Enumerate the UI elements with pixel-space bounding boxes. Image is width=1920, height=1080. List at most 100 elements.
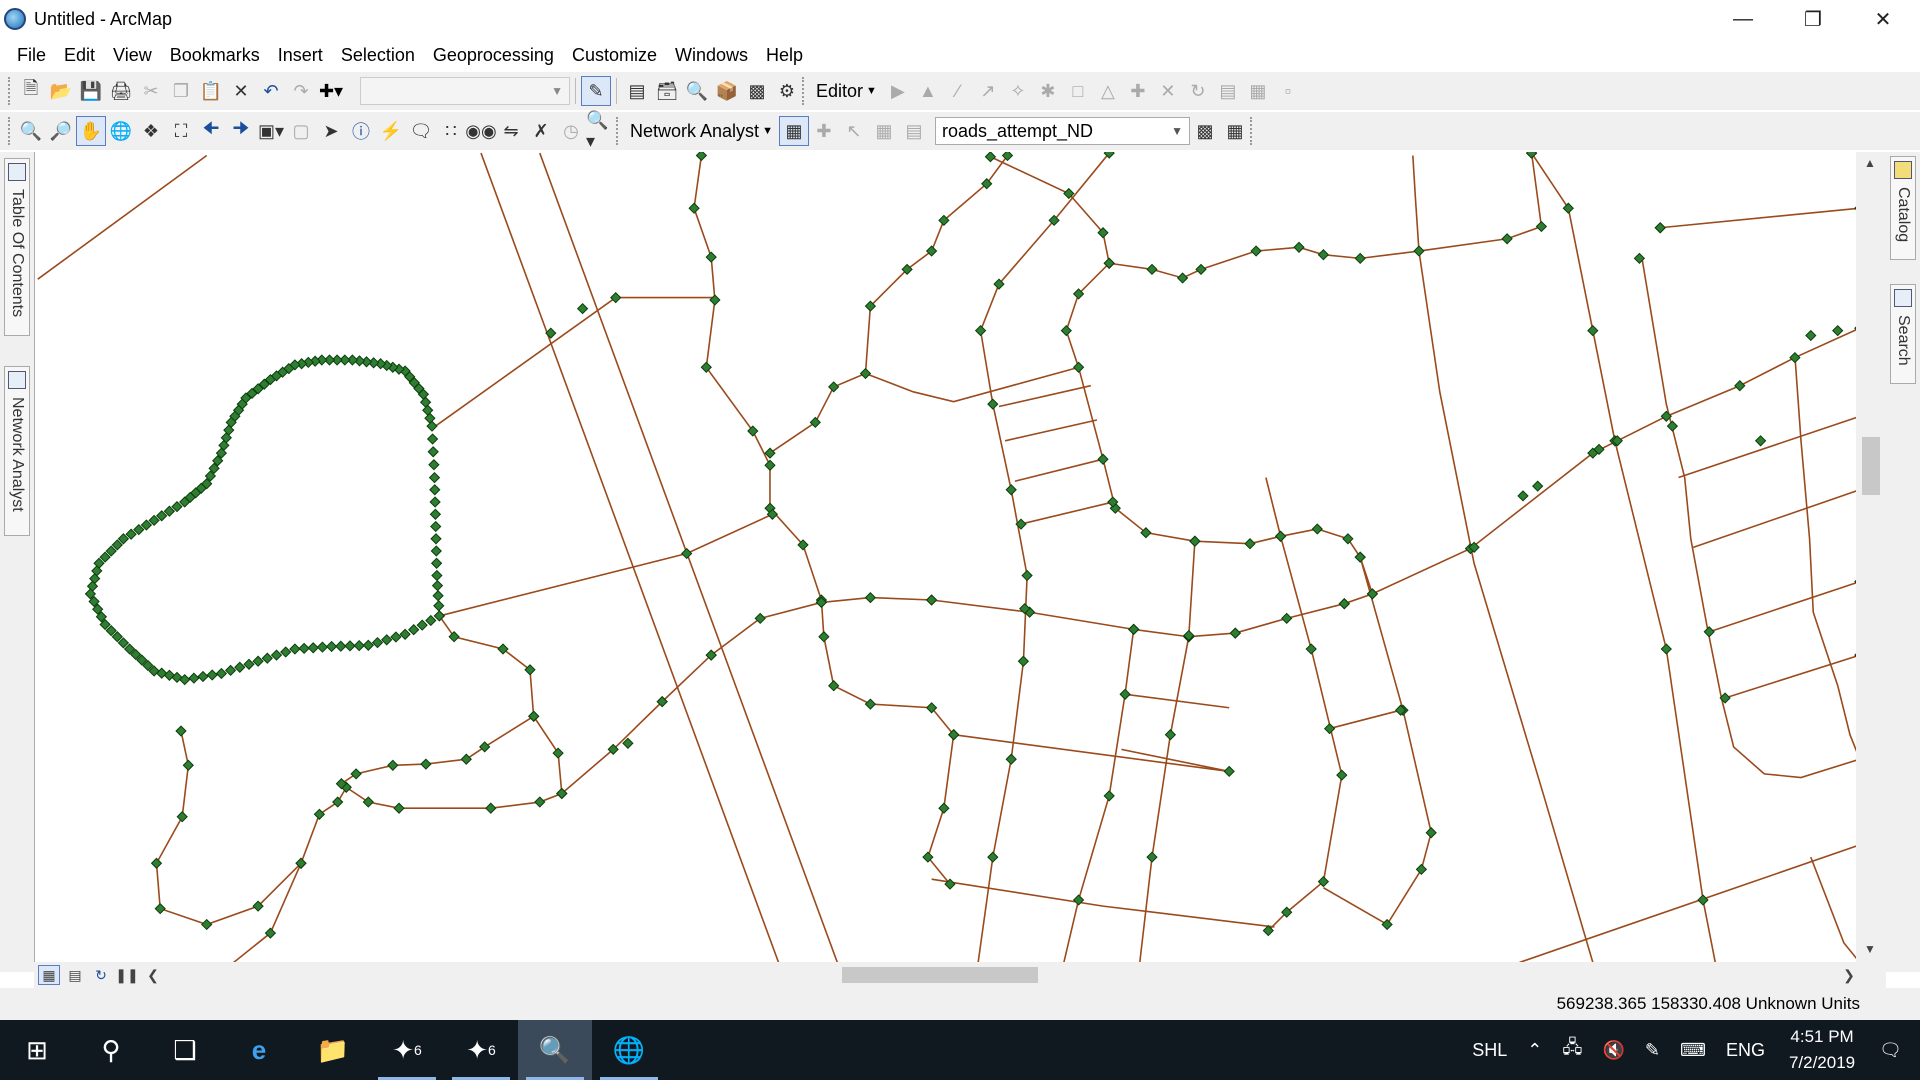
network-junction[interactable] [1128,623,1140,636]
tray-shl[interactable]: SHL [1462,1040,1517,1061]
toolbar-grip[interactable] [8,77,12,105]
html-popup-icon[interactable]: 🗨 [406,116,436,146]
print-icon[interactable]: 🖨 [106,76,136,106]
toolbar-grip[interactable] [802,77,806,105]
network-junction[interactable] [206,669,218,681]
network-junction[interactable] [362,796,374,808]
toolbar-grip[interactable] [8,117,12,145]
network-junction[interactable] [534,796,546,808]
arctoolbox-icon[interactable]: 📦 [712,76,742,106]
network-junction[interactable] [1146,263,1158,276]
network-junction[interactable] [1832,324,1844,337]
select-move-location-icon[interactable]: ↖ [839,116,869,146]
network-junction[interactable] [705,251,717,263]
network-junction[interactable] [1250,245,1262,257]
network-junction[interactable] [1119,688,1131,700]
network-junction[interactable] [1415,863,1428,876]
network-junction[interactable] [1229,627,1241,639]
network-junction[interactable] [393,802,405,814]
internet-explorer-icon[interactable]: e [222,1020,296,1080]
network-junction[interactable] [313,808,326,820]
find-route-icon[interactable]: ⇋ [496,116,526,146]
network-junction[interactable] [528,710,540,722]
network-junction[interactable] [1413,245,1425,257]
network-junction[interactable] [419,396,432,408]
time-slider-icon[interactable]: ◷ [556,116,586,146]
scroll-up-icon[interactable]: ▲ [1864,156,1876,170]
pan-hand-icon[interactable]: ✋ [76,116,106,146]
network-junction[interactable] [1425,827,1437,839]
task-view-icon[interactable]: ❑ [148,1020,222,1080]
network-junction[interactable] [433,610,446,622]
volume-muted-icon[interactable]: 🔇 [1592,1040,1634,1061]
sketch-properties-icon[interactable]: ▦ [1243,76,1273,106]
network-junction[interactable] [1195,263,1207,276]
file-explorer-icon[interactable]: 📁 [296,1020,370,1080]
magnifier-window-icon[interactable]: 🔍▾ [586,110,616,151]
zoom-out-icon[interactable]: 🔎 [46,116,76,146]
network-junction[interactable] [974,324,987,337]
network-junction[interactable] [1666,420,1679,432]
attributes-icon[interactable]: ▤ [1213,76,1243,106]
toolbar-grip[interactable] [1249,117,1254,145]
tab-catalog[interactable]: Catalog [1890,156,1916,260]
menu-windows[interactable]: Windows [666,41,757,70]
network-junction[interactable] [1189,535,1201,547]
select-features-icon[interactable]: ▣▾ [256,116,286,146]
network-junction[interactable] [1060,324,1072,337]
network-junction[interactable] [176,811,188,823]
map-display[interactable] [34,152,1868,962]
network-junction[interactable] [325,640,338,653]
network-junction[interactable] [681,547,693,560]
menu-selection[interactable]: Selection [332,41,424,70]
network-junction[interactable] [864,591,877,604]
vertical-scrollbar[interactable]: ▲ ▼ [1856,152,1886,962]
straight-segment-icon[interactable]: ∕ [943,76,973,106]
network-junction[interactable] [1354,252,1366,265]
network-dataset-combo[interactable]: roads_attempt_ND ▼ [934,117,1190,145]
network-junction[interactable] [809,416,821,429]
network-junction[interactable] [1317,249,1330,261]
network-junction[interactable] [431,569,443,582]
show-hidden-icons-icon[interactable]: ⌃ [1517,1040,1552,1061]
network-junction[interactable] [1183,629,1195,642]
network-junction[interactable] [688,202,700,214]
edit-tool-icon[interactable]: ▶ [883,76,913,106]
network-junction[interactable] [859,367,872,380]
network-junction[interactable] [150,857,163,869]
tab-network-analyst[interactable]: Network Analyst [4,366,30,536]
menu-insert[interactable]: Insert [269,41,332,70]
edit-vertices-icon[interactable]: □ [1063,76,1093,106]
network-junction[interactable] [1734,380,1746,392]
solve-grid-icon[interactable]: ▦ [869,116,899,146]
pen-icon[interactable]: ✎ [1635,1040,1670,1061]
network-junction[interactable] [1501,233,1513,245]
vertical-scroll-thumb[interactable] [1862,437,1880,495]
network-junction[interactable] [1146,851,1158,863]
menu-customize[interactable]: Customize [563,41,666,70]
network-junction[interactable] [426,433,439,445]
network-junction[interactable] [1754,435,1767,447]
add-data-icon[interactable]: ✚▾ [316,76,346,106]
toolbar-grip[interactable] [616,117,620,145]
network-junction[interactable] [381,634,393,646]
network-junction[interactable] [426,420,438,432]
network-junction[interactable] [1072,361,1085,373]
scroll-down-icon[interactable]: ▼ [1864,942,1876,956]
minimize-button[interactable]: — [1708,0,1778,38]
trace-icon[interactable]: ✧ [1003,76,1033,106]
network-junction[interactable] [188,672,200,684]
network-junction[interactable] [1342,533,1354,545]
network-junction[interactable] [925,594,938,606]
network-junction[interactable] [695,152,708,162]
cut-polygon-icon[interactable]: ✚ [1123,76,1153,106]
pause-drawing-icon[interactable]: ❚❚ [115,965,138,985]
network-junction[interactable] [429,496,441,508]
network-junction[interactable] [429,508,442,520]
network-junction[interactable] [425,614,437,627]
save-icon[interactable]: 💾 [76,76,106,106]
horizontal-scrollbar[interactable] [164,965,1864,985]
open-folder-icon[interactable]: 📂 [46,76,76,106]
network-junction[interactable] [298,642,310,655]
notifications-icon[interactable]: 🗨 [1869,1040,1920,1061]
